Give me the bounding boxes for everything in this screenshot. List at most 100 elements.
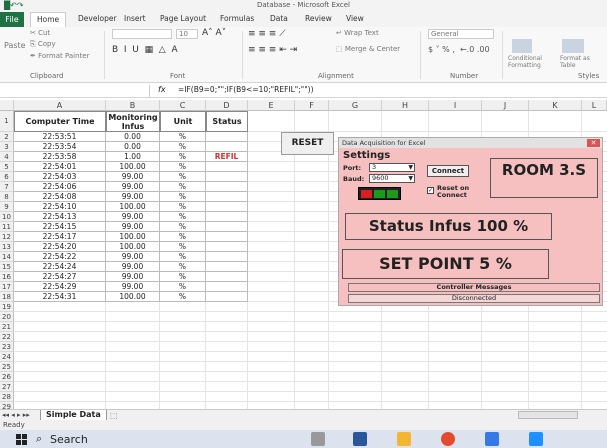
new-sheet-icon[interactable]: ⬚ <box>110 411 118 420</box>
table-cell[interactable]: 22:54:22 <box>14 252 106 262</box>
table-cell[interactable]: % <box>160 252 206 262</box>
windows-start-icon[interactable] <box>16 434 27 445</box>
reset-on-connect-checkbox[interactable]: ✓ <box>427 187 434 194</box>
table-cell[interactable]: 99.00 <box>106 182 160 192</box>
column-header[interactable]: G <box>329 100 382 111</box>
row-header[interactable]: 12 <box>0 232 14 242</box>
tab-developer[interactable]: Developer <box>78 14 117 23</box>
row-header[interactable]: 14 <box>0 252 14 262</box>
table-cell[interactable]: 99.00 <box>106 212 160 222</box>
table-cell[interactable]: 22:54:31 <box>14 292 106 302</box>
search-icon[interactable]: ⌕ <box>36 432 42 446</box>
table-cell[interactable]: 22:53:54 <box>14 142 106 152</box>
table-cell[interactable]: % <box>160 232 206 242</box>
status-cell[interactable] <box>206 252 248 262</box>
row-header[interactable]: 5 <box>0 162 14 172</box>
port-select[interactable]: 3 ▼ <box>369 163 415 172</box>
tab-insert[interactable]: Insert <box>124 14 146 23</box>
table-cell[interactable]: 99.00 <box>106 252 160 262</box>
grow-font-icon[interactable]: A˄ A˅ <box>202 28 226 38</box>
table-cell[interactable]: % <box>160 202 206 212</box>
table-cell[interactable]: 100.00 <box>106 292 160 302</box>
row-header[interactable]: 3 <box>0 142 14 152</box>
table-cell[interactable]: 22:54:03 <box>14 172 106 182</box>
conditional-formatting-icon[interactable] <box>512 39 532 53</box>
align-center-icons[interactable]: ≡ ≡ ≡ ⇤ ⇥ <box>248 45 297 55</box>
table-cell[interactable]: 22:54:13 <box>14 212 106 222</box>
align-top-icons[interactable]: ≡ ≡ ≡ ⟋ <box>248 29 286 39</box>
table-cell[interactable]: 22:54:10 <box>14 202 106 212</box>
table-cell[interactable]: 99.00 <box>106 222 160 232</box>
row-header[interactable]: 16 <box>0 272 14 282</box>
row-header[interactable]: 13 <box>0 242 14 252</box>
table-cell[interactable]: 99.00 <box>106 262 160 272</box>
row-header[interactable]: 25 <box>0 362 14 372</box>
table-cell[interactable]: 0.00 <box>106 142 160 152</box>
status-cell[interactable] <box>206 272 248 282</box>
copy-button[interactable]: ⎘ Copy <box>30 40 56 49</box>
table-cell[interactable]: % <box>160 242 206 252</box>
connect-button[interactable]: Connect <box>427 165 469 177</box>
edge-icon[interactable] <box>485 432 499 446</box>
column-header[interactable]: B <box>106 100 160 111</box>
table-cell[interactable]: 22:54:20 <box>14 242 106 252</box>
table-cell[interactable]: % <box>160 292 206 302</box>
tab-page-layout[interactable]: Page Layout <box>160 14 206 23</box>
column-header[interactable]: D <box>206 100 248 111</box>
column-header[interactable]: A <box>14 100 106 111</box>
row-header[interactable]: 10 <box>0 212 14 222</box>
font-name-select[interactable] <box>112 29 172 39</box>
table-cell[interactable]: % <box>160 132 206 142</box>
table-cell[interactable]: 99.00 <box>106 192 160 202</box>
column-header[interactable]: E <box>248 100 295 111</box>
task-view-icon[interactable] <box>311 432 325 446</box>
status-cell[interactable] <box>206 182 248 192</box>
status-cell[interactable] <box>206 212 248 222</box>
table-cell[interactable]: % <box>160 172 206 182</box>
row-header[interactable]: 20 <box>0 312 14 322</box>
status-cell[interactable] <box>206 282 248 292</box>
table-cell[interactable]: % <box>160 212 206 222</box>
column-header[interactable]: J <box>482 100 529 111</box>
sheet-nav-icons[interactable]: ◂◂ ◂ ▸ ▸▸ <box>2 411 30 419</box>
row-header[interactable]: 6 <box>0 172 14 182</box>
table-cell[interactable]: 22:54:15 <box>14 222 106 232</box>
header-status[interactable]: Status <box>206 111 248 132</box>
table-cell[interactable]: 100.00 <box>106 202 160 212</box>
format-table-icon[interactable] <box>562 39 584 53</box>
row-header[interactable]: 24 <box>0 352 14 362</box>
wrap-text-button[interactable]: ↵ Wrap Text <box>336 29 379 37</box>
status-cell[interactable] <box>206 202 248 212</box>
column-header[interactable]: L <box>582 100 607 111</box>
merge-center-button[interactable]: ⬚ Merge & Center <box>336 45 400 53</box>
table-cell[interactable]: % <box>160 222 206 232</box>
table-cell[interactable]: 22:54:01 <box>14 162 106 172</box>
table-cell[interactable]: 22:54:08 <box>14 192 106 202</box>
format-as-table-button[interactable]: Format as Table <box>560 55 606 69</box>
table-cell[interactable]: % <box>160 142 206 152</box>
column-header[interactable]: K <box>529 100 582 111</box>
status-cell[interactable] <box>206 242 248 252</box>
select-all-corner[interactable] <box>0 100 14 111</box>
table-cell[interactable]: 22:54:29 <box>14 282 106 292</box>
table-cell[interactable]: % <box>160 262 206 272</box>
format-painter-button[interactable]: ✒ Format Painter <box>30 52 90 60</box>
table-cell[interactable]: 99.00 <box>106 172 160 182</box>
table-cell[interactable]: % <box>160 192 206 202</box>
row-header[interactable]: 1 <box>0 111 14 132</box>
font-size-select[interactable]: 10 <box>176 29 198 39</box>
file-explorer-icon[interactable] <box>397 432 411 446</box>
row-header[interactable]: 18 <box>0 292 14 302</box>
table-cell[interactable]: 22:53:51 <box>14 132 106 142</box>
tab-file[interactable]: File <box>0 12 24 27</box>
row-header[interactable]: 17 <box>0 282 14 292</box>
row-header[interactable]: 27 <box>0 382 14 392</box>
table-cell[interactable]: % <box>160 272 206 282</box>
number-format-icons[interactable]: $ ˅ % , ←.0 .00 <box>428 45 490 54</box>
header-computer-time[interactable]: Computer Time <box>14 111 106 132</box>
row-header[interactable]: 11 <box>0 222 14 232</box>
table-cell[interactable]: 99.00 <box>106 282 160 292</box>
tab-view[interactable]: View <box>346 14 364 23</box>
row-header[interactable]: 28 <box>0 392 14 402</box>
column-header[interactable]: H <box>382 100 429 111</box>
